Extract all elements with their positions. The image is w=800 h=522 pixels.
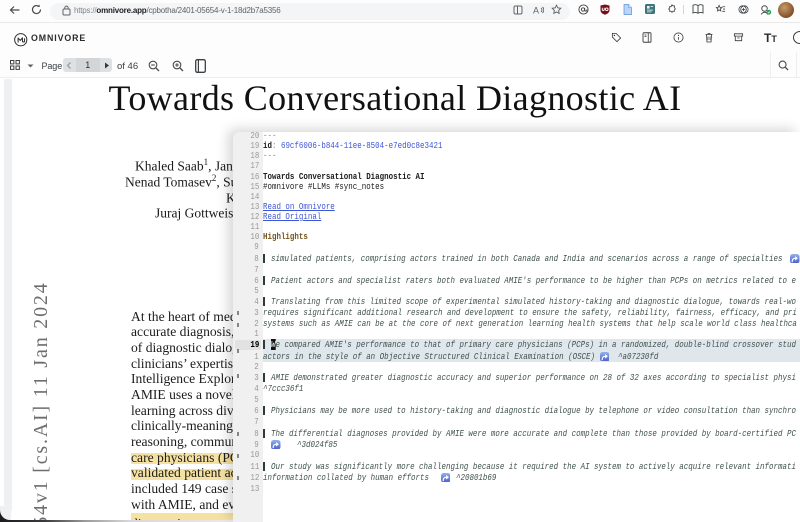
svg-text:A: A xyxy=(533,6,539,16)
